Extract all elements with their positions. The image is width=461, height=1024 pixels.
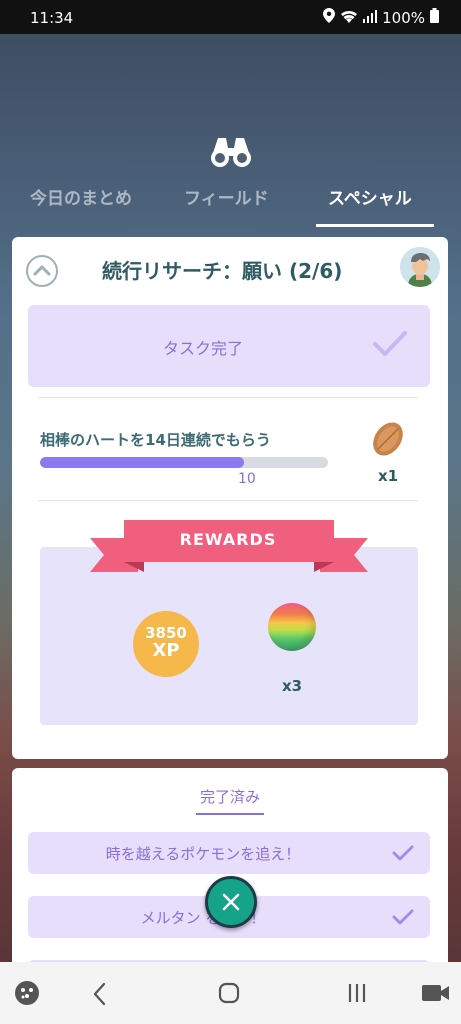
item-reward-qty: x3: [282, 677, 303, 695]
rewards-title: REWARDS: [179, 530, 277, 549]
tab-field[interactable]: フィールド: [184, 184, 269, 209]
collapse-button[interactable]: [26, 255, 58, 287]
rainbow-ball-icon: [268, 603, 316, 651]
back-icon[interactable]: [92, 982, 108, 1010]
task-progress-bar: [40, 457, 328, 468]
status-bar: 11:34 100%: [0, 0, 461, 34]
checkmark-icon: [392, 908, 414, 930]
research-title: 続行リサーチ：願い (2/6): [102, 259, 343, 283]
completed-title[interactable]: 完了済み: [12, 786, 448, 807]
chevron-up-icon: [33, 265, 51, 276]
active-tab-underline: [316, 224, 434, 227]
binoculars-icon: [210, 136, 252, 172]
research-tabs: 今日のまとめ フィールド スペシャル: [0, 184, 461, 227]
completed-item-label: メルタン を解け！: [140, 909, 266, 927]
special-research-card: 続行リサーチ：願い (2/6) タスク完了 相棒のハートを14日連続でもらう 1…: [12, 237, 448, 759]
android-nav-bar: [0, 962, 461, 1024]
battery-icon: [430, 8, 439, 27]
status-time: 11:34: [30, 9, 74, 27]
task-text: 相棒のハートを14日連続でもらう: [40, 431, 271, 449]
game-launcher-icon[interactable]: [14, 980, 40, 1010]
xp-amount: 3850: [145, 624, 187, 642]
close-button[interactable]: [205, 876, 257, 928]
battery-percent: 100%: [382, 8, 425, 27]
xp-unit: XP: [152, 640, 180, 661]
tab-special[interactable]: スペシャル: [328, 184, 412, 209]
task-progress-value: 10: [238, 471, 256, 487]
xp-reward-badge: 3850 XP: [133, 611, 199, 677]
wifi-icon: [340, 9, 358, 27]
task-complete-label: タスク完了: [162, 339, 243, 358]
completed-item-label: 時を越えるポケモンを追え！: [105, 845, 301, 863]
divider: [38, 500, 418, 501]
task-reward-qty: x1: [378, 467, 399, 485]
completed-item[interactable]: 時を越えるポケモンを追え！: [28, 832, 430, 874]
completed-underline: [196, 813, 264, 815]
tab-today[interactable]: 今日のまとめ: [30, 184, 132, 209]
status-icons: 100%: [323, 8, 439, 27]
location-icon: [323, 8, 336, 27]
home-icon[interactable]: [218, 982, 240, 1008]
checkmark-icon: [372, 329, 408, 363]
signal-icon: [363, 9, 378, 27]
task-progress-fill: [40, 457, 245, 468]
checkmark-icon: [392, 844, 414, 866]
close-icon: [222, 893, 240, 911]
professor-avatar: [400, 247, 440, 287]
berry-reward-icon: [370, 419, 406, 463]
task-complete-banner[interactable]: タスク完了: [28, 305, 430, 387]
camera-icon[interactable]: [422, 982, 450, 1008]
recents-icon[interactable]: [346, 982, 368, 1008]
divider: [38, 397, 418, 398]
completed-research-card: 完了済み 時を越えるポケモンを追え！ メルタン を解け！: [12, 768, 448, 978]
